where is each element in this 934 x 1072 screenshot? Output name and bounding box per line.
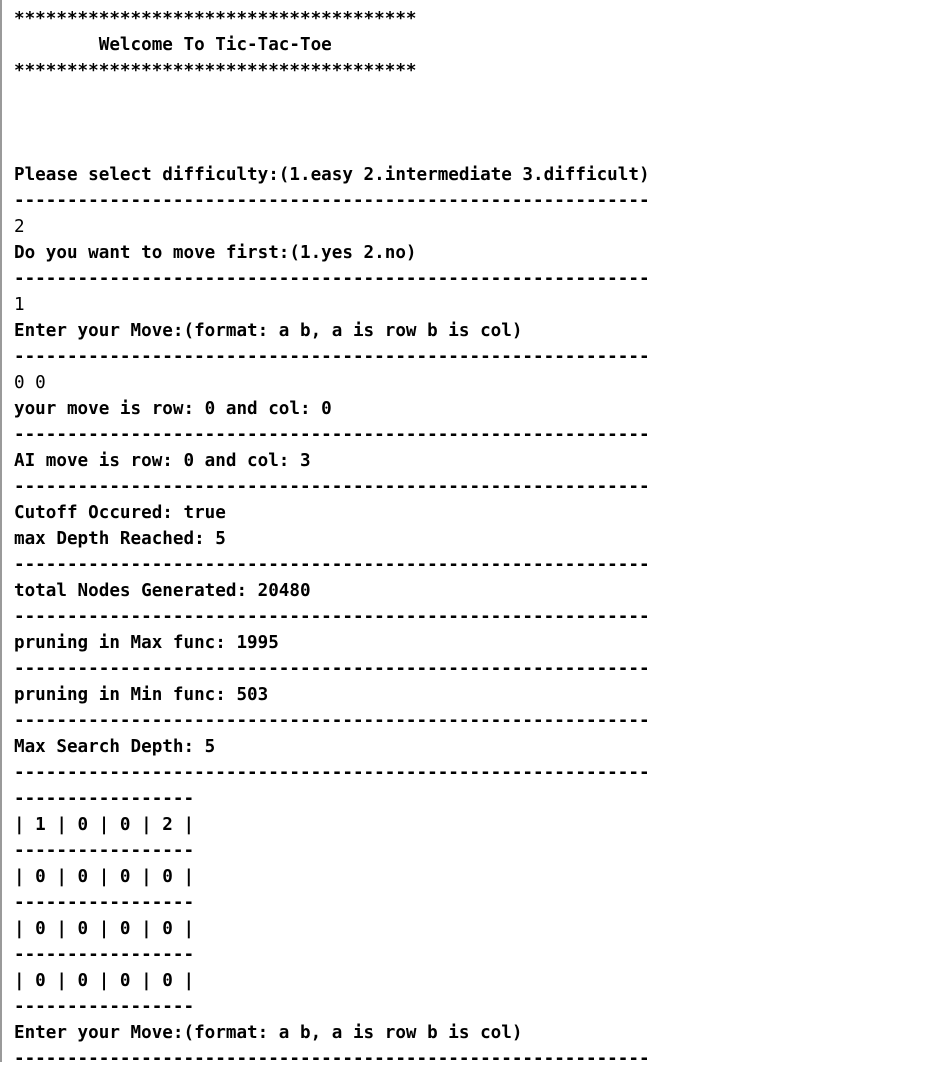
board-separator: -----------------	[14, 893, 195, 913]
max-depth-reached-stat: max Depth Reached: 5	[14, 529, 226, 549]
board-row: | 0 | 0 | 0 | 0 |	[14, 971, 195, 991]
banner-title: Welcome To Tic-Tac-Toe	[14, 35, 332, 55]
separator-rule: ----------------------------------------…	[14, 477, 650, 497]
separator-rule: ----------------------------------------…	[14, 191, 650, 211]
move-first-prompt: Do you want to move first:(1.yes 2.no)	[14, 243, 417, 263]
separator-rule: ----------------------------------------…	[14, 555, 650, 575]
difficulty-input-echo[interactable]: 2	[14, 214, 934, 240]
pruning-max-stat: pruning in Max func: 1995	[14, 633, 279, 653]
board-row: | 1 | 0 | 0 | 2 |	[14, 815, 195, 835]
board-row: | 0 | 0 | 0 | 0 |	[14, 919, 195, 939]
enter-move-prompt-2: Enter your Move:(format: a b, a is row b…	[14, 1023, 523, 1043]
separator-rule: ----------------------------------------…	[14, 607, 650, 627]
terminal-window: ************************************** W…	[0, 0, 934, 1069]
separator-rule: ----------------------------------------…	[14, 763, 650, 783]
separator-rule: ----------------------------------------…	[14, 711, 650, 731]
difficulty-prompt: Please select difficulty:(1.easy 2.inter…	[14, 165, 650, 185]
separator-rule: ----------------------------------------…	[14, 269, 650, 289]
max-search-depth-stat: Max Search Depth: 5	[14, 737, 216, 757]
console-output-area[interactable]: ************************************** W…	[2, 0, 934, 1072]
board-separator: -----------------	[14, 945, 195, 965]
separator-rule: ----------------------------------------…	[14, 347, 650, 367]
move-first-input-echo[interactable]: 1	[14, 292, 934, 318]
separator-rule: ----------------------------------------…	[14, 425, 650, 445]
board-separator: -----------------	[14, 997, 195, 1017]
total-nodes-generated-stat: total Nodes Generated: 20480	[14, 581, 311, 601]
banner-top-rule: **************************************	[14, 9, 417, 29]
board-row: | 0 | 0 | 0 | 0 |	[14, 867, 195, 887]
pruning-min-stat: pruning in Min func: 503	[14, 685, 269, 705]
board-separator: -----------------	[14, 841, 195, 861]
move-input-echo[interactable]: 0 0	[14, 370, 934, 396]
enter-move-prompt: Enter your Move:(format: a b, a is row b…	[14, 321, 523, 341]
player-move-result: your move is row: 0 and col: 0	[14, 399, 332, 419]
cutoff-occured-stat: Cutoff Occured: true	[14, 503, 226, 523]
ai-move-result: AI move is row: 0 and col: 3	[14, 451, 311, 471]
separator-rule: ----------------------------------------…	[14, 1049, 650, 1069]
banner-bottom-rule: **************************************	[14, 61, 417, 81]
separator-rule: ----------------------------------------…	[14, 659, 650, 679]
board-separator: -----------------	[14, 789, 195, 809]
